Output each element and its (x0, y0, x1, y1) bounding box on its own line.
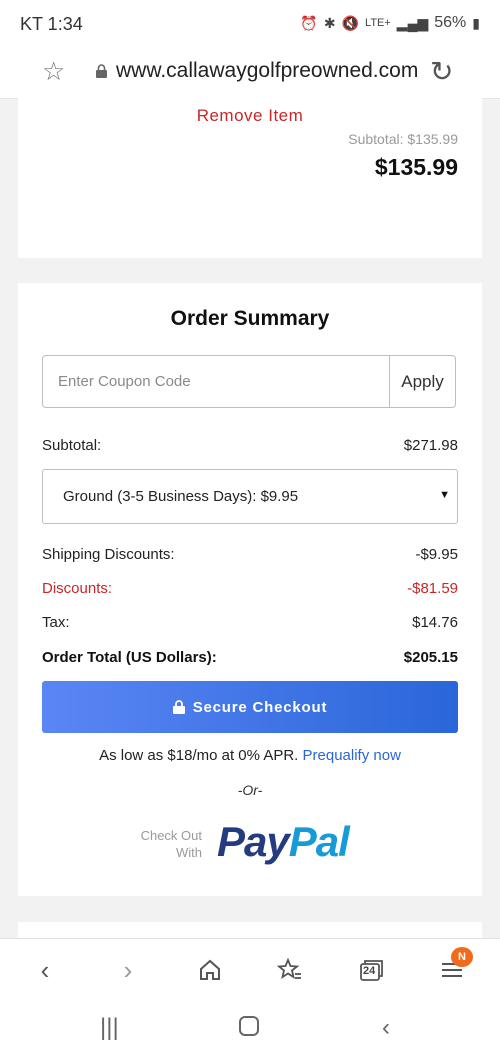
battery-icon: ▮ (472, 14, 480, 31)
forward-icon[interactable]: › (113, 955, 143, 985)
notification-badge: N (451, 947, 473, 967)
address-bar: ☆ www.callawaygolfpreowned.com ↻ (0, 48, 500, 99)
or-divider: -Or- (237, 782, 263, 798)
paypal-checkout-caption: Check Out With (130, 827, 202, 861)
shipping-discounts-value: -$9.95 (415, 546, 458, 563)
coupon-input[interactable] (43, 356, 392, 407)
shipping-selected-option: Ground (3-5 Business Days): $9.95 (63, 488, 299, 505)
remove-item-link[interactable]: Remove Item (18, 106, 482, 126)
order-total-row: Order Total (US Dollars): $205.15 (42, 649, 458, 666)
system-home-icon[interactable] (238, 1015, 260, 1044)
system-back-icon[interactable]: ‹ (382, 1014, 390, 1042)
apply-button[interactable]: Apply (389, 356, 455, 407)
discounts-label: Discounts: (42, 580, 113, 597)
dropdown-arrow-icon: ▼ (439, 489, 450, 501)
lock-icon (96, 64, 107, 78)
paypal-checkout-button[interactable]: Check Out With PayPal (130, 818, 370, 868)
home-icon[interactable] (195, 955, 225, 985)
tax-value: $14.76 (412, 614, 458, 631)
alarm-icon: ⏰ (300, 14, 318, 31)
cart-item-card: Remove Item Subtotal: $135.99 $135.99 (18, 98, 482, 258)
discounts-row: Discounts: -$81.59 (42, 580, 458, 597)
back-icon[interactable]: ‹ (30, 955, 60, 985)
url-text[interactable]: www.callawaygolfpreowned.com (116, 59, 418, 83)
shipping-discounts-row: Shipping Discounts: -$9.95 (42, 546, 458, 563)
recent-apps-icon[interactable]: ||| (100, 1014, 119, 1042)
secure-checkout-button[interactable]: Secure Checkout (42, 681, 458, 733)
financing-offer: As low as $18/mo at 0% APR. (99, 747, 299, 764)
paypal-logo-part2: Pal (288, 818, 350, 865)
financing-text: As low as $18/mo at 0% APR. Prequalify n… (18, 747, 482, 764)
item-subtotal-label: Subtotal: $135.99 (348, 131, 458, 147)
paypal-logo: PayPal (217, 818, 350, 866)
mute-icon: 🔇 (341, 14, 360, 31)
order-summary-title: Order Summary (170, 307, 330, 330)
signal-icon: ▂▄▆ (396, 14, 429, 31)
secure-checkout-label: Secure Checkout (192, 698, 328, 716)
order-total-value: $205.15 (403, 649, 458, 666)
coupon-group: Apply (42, 355, 456, 408)
paypal-logo-part1: Pay (217, 818, 290, 865)
tax-label: Tax: (42, 614, 70, 631)
system-nav-bar: ||| ‹ (0, 1000, 500, 1055)
tax-row: Tax: $14.76 (42, 614, 458, 631)
tabs-icon[interactable]: 24 (356, 955, 386, 985)
order-total-label: Order Total (US Dollars): (42, 649, 217, 666)
status-bar: KT 1:34 ⏰ ✱ 🔇 LTE+ ▂▄▆ 56% ▮ (0, 0, 500, 48)
subtotal-value: $271.98 (403, 437, 458, 454)
paypal-caption-line2: With (176, 845, 202, 860)
shipping-select[interactable]: Ground (3-5 Business Days): $9.95 ▼ (42, 469, 458, 524)
item-subtotal-price: $135.99 (374, 154, 458, 180)
prequalify-link[interactable]: Prequalify now (303, 747, 401, 764)
reload-icon[interactable]: ↻ (430, 55, 453, 88)
lock-icon (172, 700, 185, 714)
subtotal-label: Subtotal: (42, 437, 102, 454)
browser-bottom-nav: ‹ › 24 N (0, 938, 500, 1001)
subtotal-row: Subtotal: $271.98 (42, 437, 458, 454)
bluetooth-icon: ✱ (323, 14, 336, 31)
battery-level: 56% (434, 14, 467, 31)
shipping-discounts-label: Shipping Discounts: (42, 546, 175, 563)
discounts-value: -$81.59 (407, 580, 458, 597)
lte-icon: LTE+ (365, 17, 391, 29)
tabs-count: 24 (363, 965, 376, 977)
status-icons: ⏰ ✱ 🔇 LTE+ ▂▄▆ 56% ▮ (300, 14, 480, 32)
star-icon[interactable]: ☆ (42, 56, 65, 87)
order-summary-card: Order Summary Apply Subtotal: $271.98 Gr… (18, 283, 482, 896)
bookmarks-icon[interactable] (275, 955, 305, 985)
status-time: KT 1:34 (20, 14, 83, 34)
paypal-caption-line1: Check Out (140, 828, 202, 843)
